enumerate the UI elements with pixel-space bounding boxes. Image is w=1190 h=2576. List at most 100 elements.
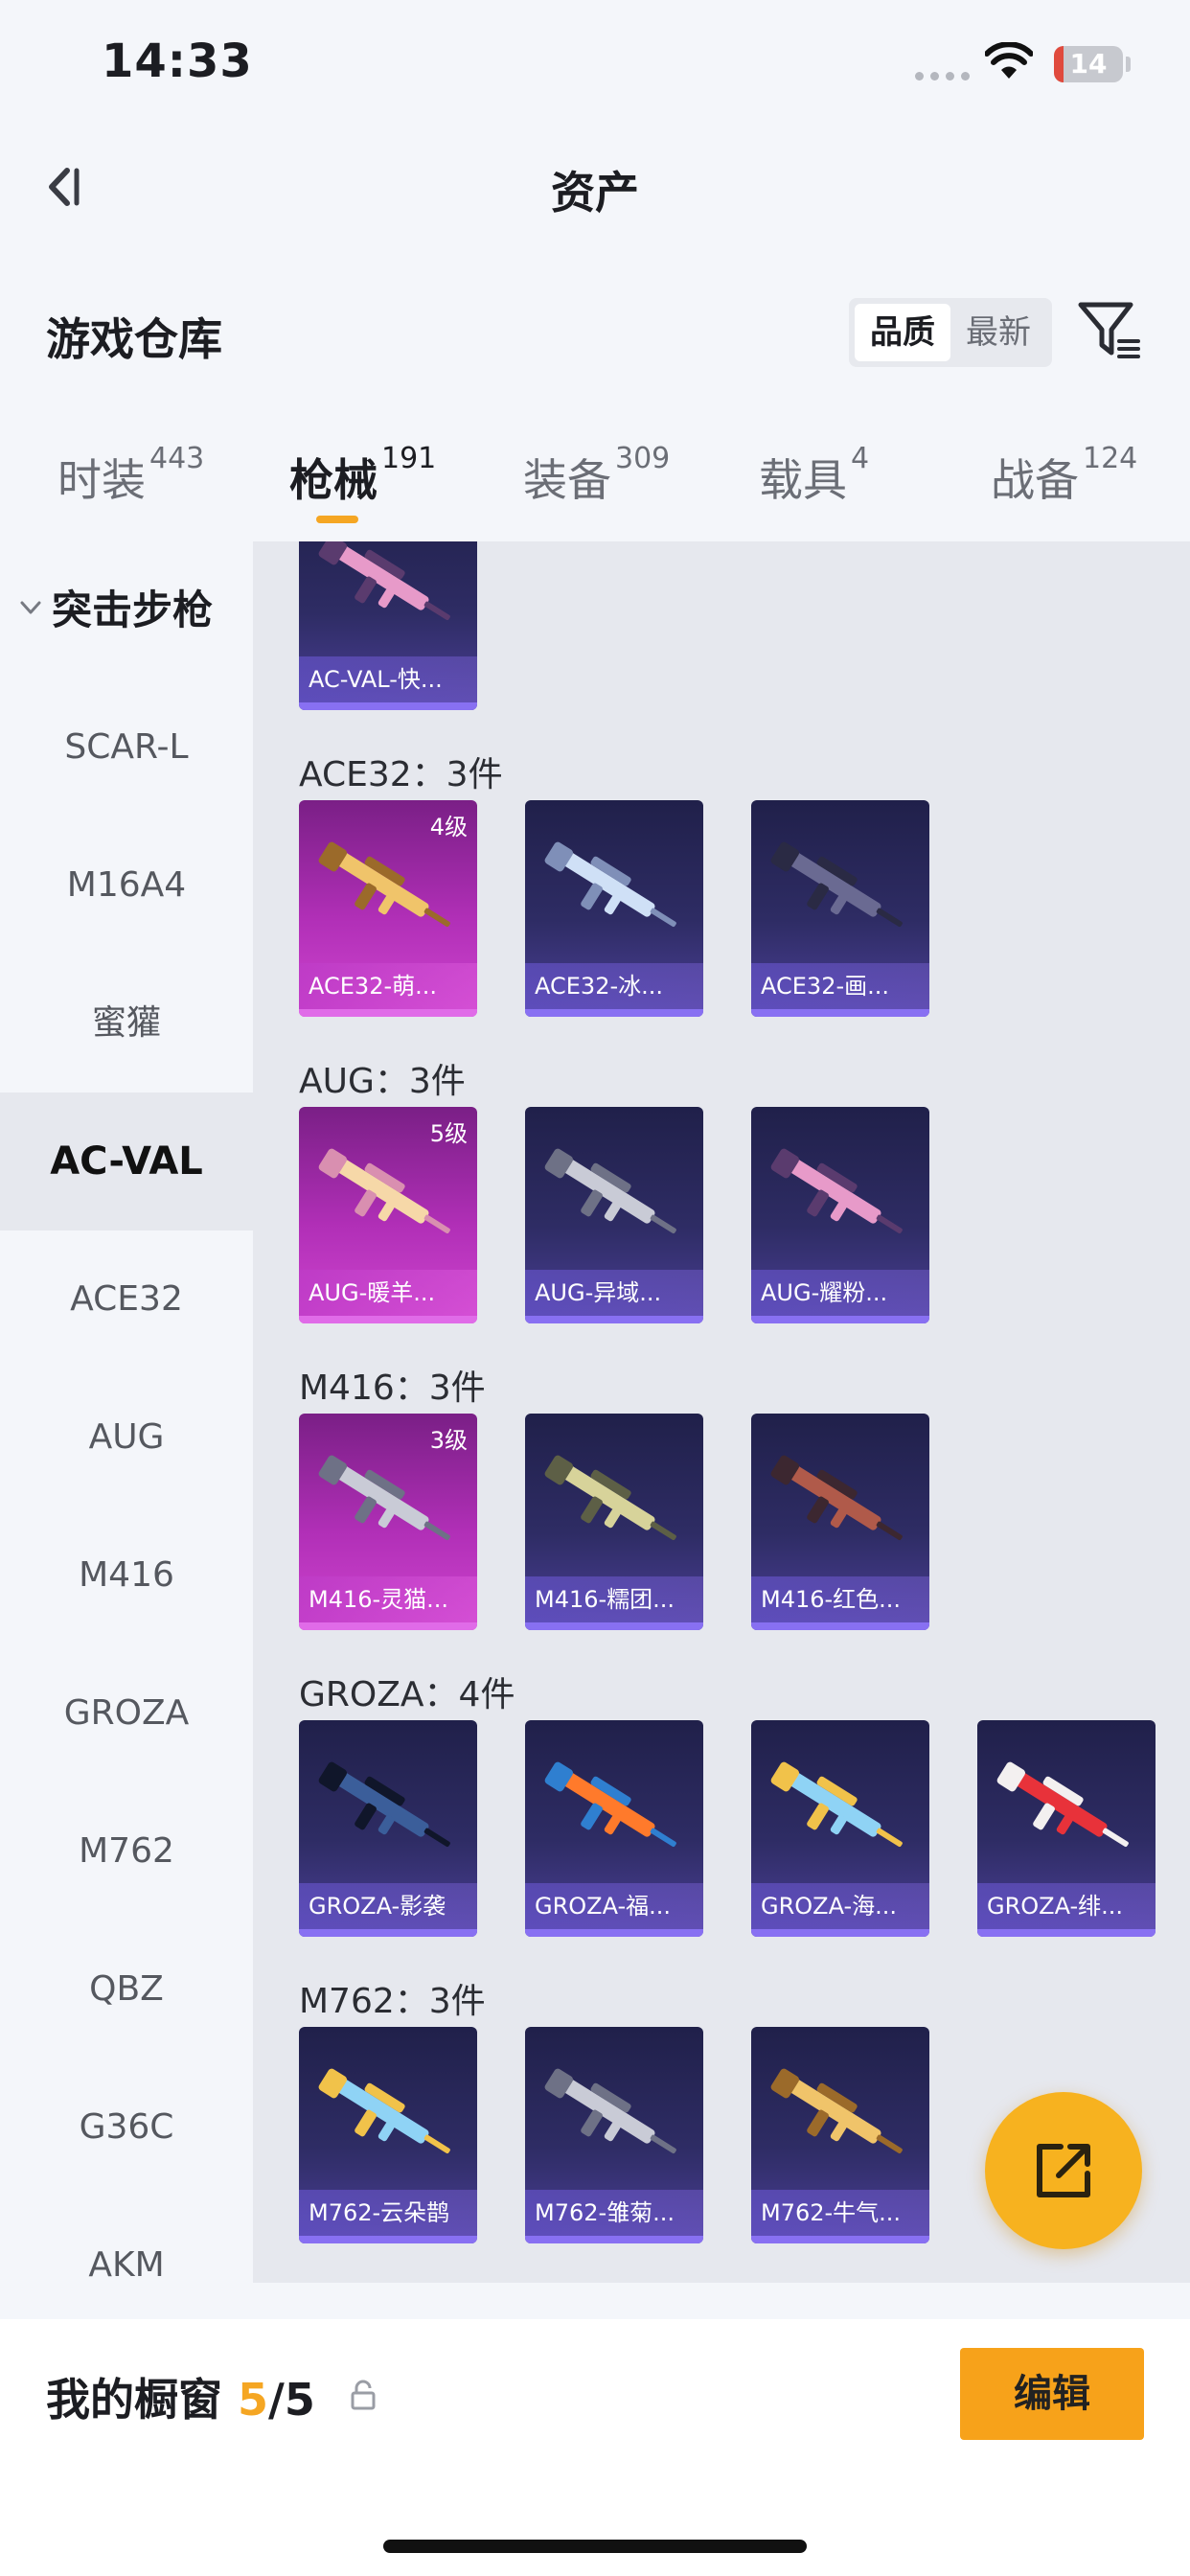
weapon-card[interactable]: M416-红色... bbox=[751, 1414, 929, 1630]
rarity-bar bbox=[299, 2236, 477, 2243]
weapon-icon bbox=[770, 1761, 903, 1848]
battery-percent: 14 bbox=[1069, 48, 1108, 80]
weapon-card[interactable]: AC-VAL-快... bbox=[299, 541, 477, 710]
weapon-card[interactable]: 3级 M416-灵猫... bbox=[299, 1414, 477, 1630]
weapon-icon bbox=[318, 841, 450, 928]
sidebar-item[interactable]: AKM bbox=[0, 2196, 253, 2283]
tab-count: 191 bbox=[381, 442, 437, 475]
weapon-card[interactable]: GROZA-影袭 bbox=[299, 1720, 477, 1937]
rarity-bar bbox=[751, 1929, 929, 1937]
sidebar-item[interactable]: AUG bbox=[0, 1368, 253, 1506]
weapon-icon bbox=[770, 1148, 903, 1234]
rarity-bar bbox=[977, 1929, 1156, 1937]
sidebar-item[interactable]: G36C bbox=[0, 2058, 253, 2196]
tab-vehicles[interactable]: 载具 4 bbox=[759, 442, 869, 509]
weapon-card[interactable]: AUG-异域... bbox=[525, 1107, 703, 1323]
group-title: ACE32：3件 bbox=[299, 755, 503, 794]
status-time: 14:33 bbox=[102, 34, 253, 88]
showcase-total-count: /5 bbox=[268, 2374, 315, 2426]
weapon-card[interactable]: AUG-耀粉... bbox=[751, 1107, 929, 1323]
tab-equipment[interactable]: 装备 309 bbox=[523, 442, 670, 509]
sidebar-item[interactable]: M16A4 bbox=[0, 816, 253, 954]
group-title: QBZ：1件 bbox=[299, 2280, 465, 2283]
weapon-icon bbox=[318, 1148, 450, 1234]
chevron-down-icon bbox=[20, 601, 41, 613]
tab-firearms[interactable]: 枪械 191 bbox=[289, 442, 436, 509]
sidebar-item-active[interactable]: AC-VAL bbox=[0, 1092, 253, 1230]
weapon-card[interactable]: ACE32-画... bbox=[751, 800, 929, 1017]
weapon-card[interactable]: 4级 ACE32-萌... bbox=[299, 800, 477, 1017]
weapon-card[interactable]: GROZA-福... bbox=[525, 1720, 703, 1937]
weapon-name: M762-云朵鹊 bbox=[299, 2190, 477, 2236]
weapon-name: AUG-耀粉... bbox=[751, 1270, 929, 1316]
sort-newest-option[interactable]: 最新 bbox=[950, 304, 1046, 361]
sidebar-item[interactable]: ACE32 bbox=[0, 1230, 253, 1368]
rarity-bar bbox=[299, 702, 477, 710]
weapon-name: GROZA-影袭 bbox=[299, 1883, 477, 1929]
rarity-bar bbox=[299, 1929, 477, 1937]
category-tabs: 时装 443 枪械 191 装备 309 载具 4 战备 124 bbox=[0, 431, 1190, 541]
sidebar-item[interactable]: SCAR-L bbox=[0, 678, 253, 816]
sidebar-category[interactable]: 突击步枪 bbox=[17, 578, 213, 636]
tab-label: 装备 bbox=[523, 454, 611, 506]
status-bar: 14:33 14 bbox=[0, 0, 1190, 134]
weapon-card[interactable]: M762-雏菊... bbox=[525, 2027, 703, 2243]
weapon-icon bbox=[770, 2068, 903, 2154]
sort-quality-option[interactable]: 品质 bbox=[855, 304, 950, 361]
weapon-card[interactable]: 5级 AUG-暖羊... bbox=[299, 1107, 477, 1323]
share-icon bbox=[1037, 2144, 1090, 2197]
showcase-bar: 我的橱窗 5/5 编辑 bbox=[0, 2319, 1190, 2576]
weapon-card[interactable]: ACE32-冰... bbox=[525, 800, 703, 1017]
weapon-card[interactable]: GROZA-绯... bbox=[977, 1720, 1156, 1937]
showcase-title: 我的橱窗 bbox=[46, 2374, 222, 2426]
battery-icon: 14 bbox=[1054, 46, 1123, 82]
weapon-name: M416-红色... bbox=[751, 1576, 929, 1622]
tab-count: 309 bbox=[615, 442, 671, 475]
weapon-card[interactable]: M762-云朵鹊 bbox=[299, 2027, 477, 2243]
warehouse-title: 游戏仓库 bbox=[46, 313, 222, 365]
weapon-icon bbox=[770, 1455, 903, 1541]
sidebar-item[interactable]: 蜜獾 bbox=[0, 954, 253, 1092]
sort-toggle: 品质 最新 bbox=[849, 298, 1052, 367]
weapon-icon bbox=[544, 1455, 676, 1541]
rarity-bar bbox=[299, 1316, 477, 1323]
weapon-name: AUG-暖羊... bbox=[299, 1270, 477, 1316]
page-title: 资产 bbox=[551, 167, 639, 218]
weapon-card[interactable]: M762-牛气... bbox=[751, 2027, 929, 2243]
rarity-bar bbox=[751, 1316, 929, 1323]
battery-nub bbox=[1126, 57, 1131, 72]
sidebar-item[interactable]: QBZ bbox=[0, 1920, 253, 2058]
weapon-card[interactable]: GROZA-海... bbox=[751, 1720, 929, 1937]
sidebar-item[interactable]: M416 bbox=[0, 1506, 253, 1644]
rarity-bar bbox=[525, 1009, 703, 1017]
rarity-bar bbox=[525, 2236, 703, 2243]
weapon-icon bbox=[318, 1761, 450, 1848]
tab-fashion[interactable]: 时装 443 bbox=[57, 442, 204, 509]
weapon-card[interactable]: M416-糯团... bbox=[525, 1414, 703, 1630]
share-button[interactable] bbox=[985, 2092, 1142, 2249]
level-badge: 5级 bbox=[429, 1120, 468, 1147]
weapon-name: M416-灵猫... bbox=[299, 1576, 477, 1622]
tab-count: 124 bbox=[1083, 442, 1138, 475]
tab-supplies[interactable]: 战备 124 bbox=[991, 442, 1137, 509]
weapon-name: M762-牛气... bbox=[751, 2190, 929, 2236]
weapon-icon bbox=[318, 1455, 450, 1541]
sidebar-item[interactable]: GROZA bbox=[0, 1644, 253, 1782]
sidebar-item[interactable]: M762 bbox=[0, 1782, 253, 1920]
active-tab-indicator bbox=[316, 516, 358, 523]
tab-label: 枪械 bbox=[289, 454, 378, 506]
weapon-icon bbox=[544, 2068, 676, 2154]
edit-button[interactable]: 编辑 bbox=[960, 2348, 1144, 2440]
sidebar-category-label: 突击步枪 bbox=[52, 586, 214, 633]
rarity-bar bbox=[751, 2236, 929, 2243]
weapon-name: AUG-异域... bbox=[525, 1270, 703, 1316]
weapon-name: M416-糯团... bbox=[525, 1576, 703, 1622]
weapon-grid: AC-VAL-快... ACE32：3件 4级 ACE32-萌... ACE32-冰..… bbox=[253, 541, 1190, 2283]
home-indicator bbox=[383, 2540, 807, 2553]
filter-button[interactable] bbox=[1075, 295, 1144, 364]
weapon-icon bbox=[544, 1761, 676, 1848]
weapon-icon bbox=[996, 1761, 1129, 1848]
level-badge: 4级 bbox=[429, 814, 468, 840]
level-badge: 3级 bbox=[429, 1427, 468, 1454]
tab-label: 战备 bbox=[991, 454, 1079, 506]
